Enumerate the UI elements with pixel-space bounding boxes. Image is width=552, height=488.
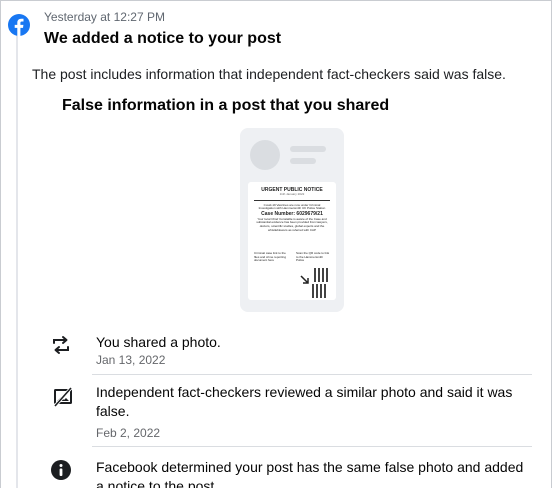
- notice-footer-left: Criminal case link to the files and crim…: [254, 251, 287, 263]
- preview-avatar-placeholder: [250, 140, 280, 170]
- notice-date: 11th January 2022: [279, 192, 305, 196]
- timeline-rail: [16, 34, 18, 488]
- facebook-logo-icon: [8, 14, 30, 36]
- qr-code-icon: [312, 284, 326, 298]
- timeline-item-date: Feb 2, 2022: [96, 426, 161, 440]
- fact-check-icon: [53, 386, 73, 408]
- notice-body: Covid-19 Vaccines are now under Criminal…: [258, 202, 326, 211]
- info-icon: [51, 460, 71, 480]
- preview-name-placeholder: [290, 146, 326, 152]
- notification-heading: We added a notice to your post: [44, 30, 282, 47]
- timeline-item-date: Jan 13, 2022: [96, 353, 166, 367]
- timeline-item-title: Facebook determined your post has the sa…: [96, 459, 524, 488]
- preview-meta-placeholder: [290, 158, 316, 164]
- notification-timestamp: Yesterday at 12:27 PM: [44, 10, 165, 24]
- qr-code-icon: [314, 268, 328, 282]
- notice-footer-right: Scan the QR code to link to the Hammersm…: [296, 251, 330, 263]
- notice-detail: Your local Chief Constable is aware of t…: [256, 216, 328, 232]
- notice-divider: [254, 199, 330, 201]
- urgent-notice-image: URGENT PUBLIC NOTICE 11th January 2022 C…: [248, 182, 336, 300]
- notification-description: The post includes information that indep…: [32, 66, 506, 82]
- notice-arrow-icon: [300, 275, 309, 284]
- timeline-divider: [92, 446, 532, 447]
- shared-photo-preview[interactable]: URGENT PUBLIC NOTICE 11th January 2022 C…: [240, 128, 344, 312]
- timeline-divider: [92, 374, 532, 375]
- share-icon: [53, 336, 69, 354]
- timeline-item-title: You shared a photo.: [96, 334, 221, 350]
- post-subheading: False information in a post that you sha…: [62, 97, 390, 114]
- timeline-item-title: Independent fact-checkers reviewed a sim…: [96, 384, 513, 419]
- notice-footer: Criminal case link to the files and crim…: [254, 251, 330, 298]
